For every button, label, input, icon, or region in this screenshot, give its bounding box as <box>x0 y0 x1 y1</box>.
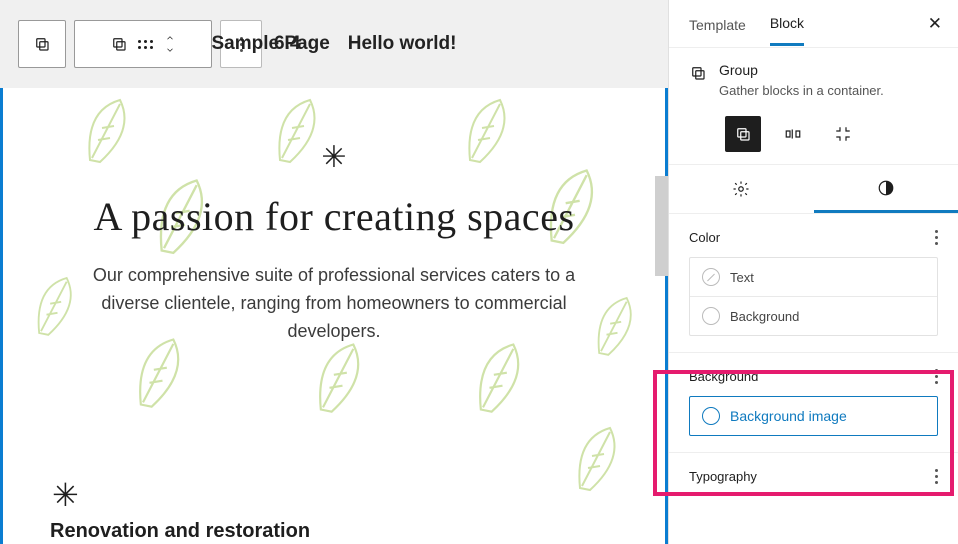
color-panel-options[interactable] <box>935 230 938 245</box>
background-panel-options[interactable] <box>935 369 938 384</box>
block-inspector: Template Block ✕ Group Gather blocks in … <box>668 0 958 544</box>
swatch-empty-icon <box>702 407 720 425</box>
group-variation-picker <box>669 106 958 164</box>
group-icon <box>110 35 128 53</box>
editor-canvas[interactable]: ✳ A passion for creating spaces Our comp… <box>0 88 668 544</box>
drag-handle-icon[interactable] <box>138 40 153 49</box>
typography-panel-options[interactable] <box>935 469 938 484</box>
tab-styles[interactable] <box>814 165 958 213</box>
panel-title-background: Background <box>689 369 758 384</box>
section-heading[interactable]: Renovation and restoration <box>50 520 628 543</box>
tab-template[interactable]: Template <box>689 17 746 45</box>
block-description: Gather blocks in a container. <box>719 83 884 98</box>
block-title: Group <box>719 62 884 78</box>
variation-group-button[interactable] <box>725 116 761 152</box>
swatch-empty-icon <box>702 307 720 325</box>
editor-toolbar: 6.4 Sample Page Hello world! <box>0 0 668 88</box>
chevron-down-icon[interactable] <box>163 45 177 55</box>
group-icon <box>689 64 707 85</box>
panel-title-typography: Typography <box>689 469 757 484</box>
typography-panel: Typography <box>669 453 958 492</box>
group-icon <box>33 35 51 53</box>
asterisk-decoration: ✳ <box>52 476 79 514</box>
close-inspector-button[interactable]: ✕ <box>928 14 942 34</box>
color-text-option[interactable]: Text <box>690 258 937 296</box>
swatch-none-icon <box>702 268 720 286</box>
hero-lead[interactable]: Our comprehensive suite of professional … <box>64 262 604 346</box>
asterisk-decoration: ✳ <box>0 143 668 173</box>
variation-row-button[interactable] <box>775 116 811 152</box>
group-tool-button[interactable] <box>18 20 66 68</box>
gear-icon <box>732 180 750 198</box>
block-movers[interactable] <box>74 20 212 68</box>
background-panel: Background Background image <box>669 353 958 453</box>
nav-link-sample-page[interactable]: Sample Page <box>211 33 329 55</box>
header-nav: Sample Page Hello world! <box>211 33 456 55</box>
nav-link-hello-world[interactable]: Hello world! <box>348 33 457 55</box>
tab-settings[interactable] <box>669 165 814 213</box>
background-image-option[interactable]: Background image <box>689 396 938 436</box>
styles-icon <box>877 179 895 197</box>
tab-block[interactable]: Block <box>770 15 804 46</box>
color-background-option[interactable]: Background <box>690 296 937 335</box>
panel-title-color: Color <box>689 230 720 245</box>
variation-stack-button[interactable] <box>825 116 861 152</box>
chevron-up-icon[interactable] <box>163 33 177 43</box>
color-panel: Color Text Background <box>669 214 958 353</box>
block-card: Group Gather blocks in a container. <box>669 48 958 106</box>
hero-heading[interactable]: A passion for creating spaces <box>0 193 668 240</box>
